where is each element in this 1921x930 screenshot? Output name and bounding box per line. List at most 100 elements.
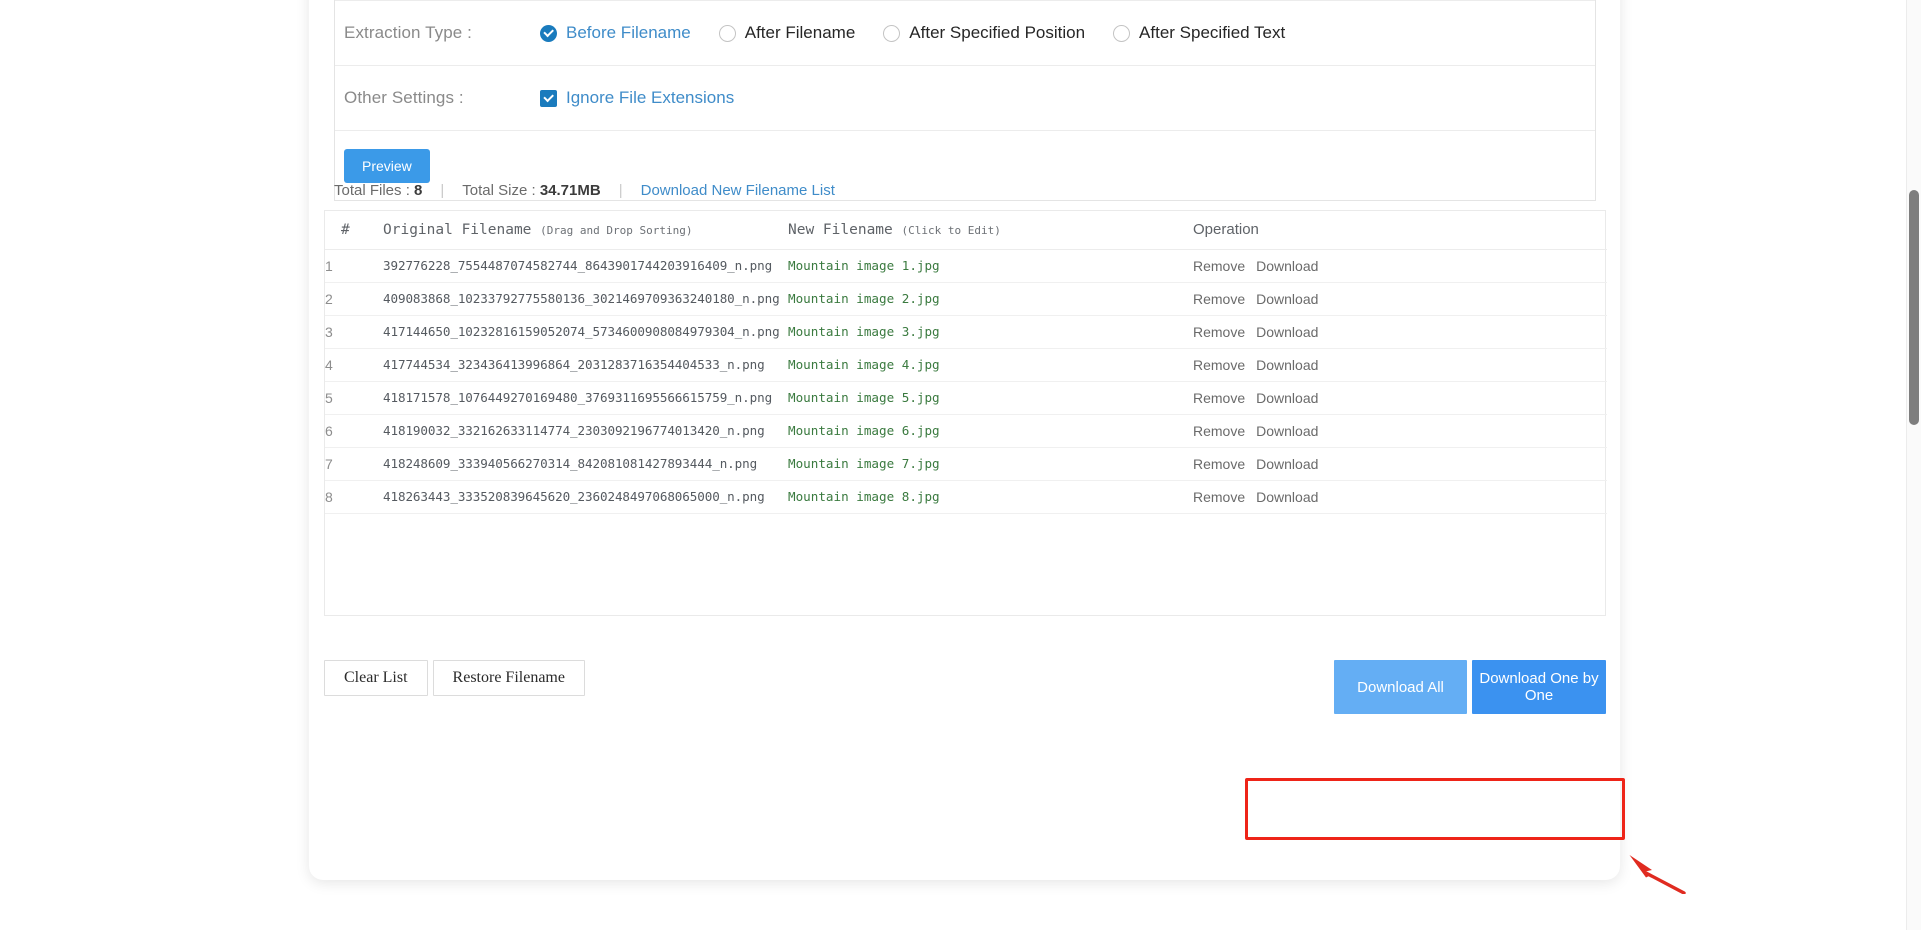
original-filename-cell[interactable]: 392776228_7554487074582744_8643901744203… [383, 249, 788, 283]
download-one-by-one-button[interactable]: Download One by One [1472, 660, 1606, 714]
settings-panel: Extraction Type : Before Filename After … [334, 0, 1596, 201]
operation-cell: Remove Download [1193, 414, 1607, 448]
new-filename-cell[interactable]: Mountain image 5.jpg [788, 381, 1193, 415]
other-settings-options: Ignore File Extensions [540, 88, 762, 108]
remove-link[interactable]: Remove [1193, 357, 1245, 373]
other-settings-row: Other Settings : Ignore File Extensions [335, 65, 1595, 130]
total-size-label: Total Size : [462, 182, 536, 199]
checkbox-ignore-file-extensions-label: Ignore File Extensions [566, 88, 735, 107]
row-index: 8 [325, 480, 383, 514]
radio-after-filename[interactable]: After Filename [718, 23, 856, 43]
download-all-button[interactable]: Download All [1334, 660, 1467, 714]
radio-before-filename[interactable]: Before Filename [540, 23, 691, 43]
clear-list-button[interactable]: Clear List [324, 660, 428, 696]
operation-cell: Remove Download [1193, 282, 1607, 316]
restore-filename-button[interactable]: Restore Filename [432, 660, 585, 696]
original-filename-cell[interactable]: 417744534_323436413996864_20312837163544… [383, 348, 788, 382]
new-filename-cell[interactable]: Mountain image 7.jpg [788, 447, 1193, 481]
remove-link[interactable]: Remove [1193, 258, 1245, 274]
original-filename-cell[interactable]: 418171578_1076449270169480_3769311695566… [383, 381, 788, 415]
radio-unchecked-icon [883, 24, 901, 42]
row-index: 3 [325, 315, 383, 349]
table-footer: Clear List Restore Filename Download All… [324, 660, 1606, 714]
preview-button[interactable]: Preview [344, 148, 430, 183]
table-row[interactable]: 8 418263443_333520839645620_2360248497068… [325, 480, 1607, 514]
radio-before-filename-label: Before Filename [566, 23, 691, 42]
operation-cell: Remove Download [1193, 348, 1607, 382]
remove-link[interactable]: Remove [1193, 489, 1245, 505]
download-link[interactable]: Download [1256, 456, 1318, 472]
radio-after-filename-label: After Filename [744, 23, 856, 42]
page-scrollbar-thumb[interactable] [1909, 190, 1919, 425]
new-filename-cell[interactable]: Mountain image 1.jpg [788, 249, 1193, 283]
new-filename-cell[interactable]: Mountain image 8.jpg [788, 480, 1193, 514]
remove-link[interactable]: Remove [1193, 324, 1245, 340]
extraction-type-label: Extraction Type : [344, 23, 473, 42]
footer-left-buttons: Clear List Restore Filename [324, 660, 585, 696]
radio-after-specified-text[interactable]: After Specified Text [1113, 23, 1285, 43]
footer-right-buttons: Download All Download One by One [1334, 660, 1606, 714]
row-index: 1 [325, 249, 383, 283]
download-link[interactable]: Download [1256, 258, 1318, 274]
file-table: # Original Filename (Drag and Drop Sorti… [325, 211, 1607, 514]
renamer-card: Extraction Type : Before Filename After … [309, 0, 1620, 880]
file-table-header-row: # Original Filename (Drag and Drop Sorti… [325, 211, 1607, 250]
remove-link[interactable]: Remove [1193, 423, 1245, 439]
remove-link[interactable]: Remove [1193, 390, 1245, 406]
download-link[interactable]: Download [1256, 423, 1318, 439]
remove-link[interactable]: Remove [1193, 291, 1245, 307]
original-filename-cell[interactable]: 409083868_10233792775580136_302146970936… [383, 282, 788, 316]
radio-after-specified-position[interactable]: After Specified Position [883, 23, 1085, 43]
row-index: 5 [325, 381, 383, 415]
card-inner: Extraction Type : Before Filename After … [309, 0, 1620, 880]
extraction-type-row: Extraction Type : Before Filename After … [335, 0, 1595, 65]
new-filename-cell[interactable]: Mountain image 4.jpg [788, 348, 1193, 382]
checkbox-ignore-file-extensions[interactable]: Ignore File Extensions [540, 88, 734, 108]
operation-cell: Remove Download [1193, 447, 1607, 481]
other-settings-label: Other Settings : [344, 88, 464, 107]
table-row[interactable]: 1 392776228_7554487074582744_864390174420… [325, 249, 1607, 283]
new-filename-cell[interactable]: Mountain image 2.jpg [788, 282, 1193, 316]
row-index: 2 [325, 282, 383, 316]
original-filename-cell[interactable]: 417144650_10232816159052074_573460090808… [383, 315, 788, 349]
download-link[interactable]: Download [1256, 324, 1318, 340]
new-filename-cell[interactable]: Mountain image 6.jpg [788, 414, 1193, 448]
extraction-type-options: Before Filename After Filename After Spe… [540, 23, 1313, 43]
header-operation: Operation [1193, 211, 1607, 250]
original-filename-cell[interactable]: 418248609_333940566270314_84208108142789… [383, 447, 788, 481]
header-new-filename: New Filename (Click to Edit) [788, 211, 1193, 250]
header-new-filename-hint: (Click to Edit) [901, 223, 1001, 237]
table-row[interactable]: 4 417744534_323436413996864_2031283716354… [325, 348, 1607, 382]
row-index: 4 [325, 348, 383, 382]
download-link[interactable]: Download [1256, 357, 1318, 373]
download-link[interactable]: Download [1256, 489, 1318, 505]
new-filename-cell[interactable]: Mountain image 3.jpg [788, 315, 1193, 349]
table-row[interactable]: 3 417144650_10232816159052074_57346009080… [325, 315, 1607, 349]
download-link[interactable]: Download [1256, 291, 1318, 307]
header-original-filename: Original Filename (Drag and Drop Sorting… [383, 211, 788, 250]
original-filename-cell[interactable]: 418263443_333520839645620_23602484970680… [383, 480, 788, 514]
total-size-value: 34.71MB [539, 182, 601, 199]
radio-after-specified-position-label: After Specified Position [909, 23, 1086, 42]
header-index: # [325, 211, 383, 250]
original-filename-cell[interactable]: 418190032_332162633114774_23030921967740… [383, 414, 788, 448]
radio-unchecked-icon [1113, 24, 1131, 42]
total-files-label: Total Files : [334, 182, 410, 199]
table-row[interactable]: 7 418248609_333940566270314_8420810814278… [325, 447, 1607, 481]
radio-checked-icon [540, 24, 557, 42]
page-scrollbar-track[interactable] [1906, 0, 1921, 930]
download-link[interactable]: Download [1256, 390, 1318, 406]
table-row[interactable]: 6 418190032_332162633114774_2303092196774… [325, 414, 1607, 448]
download-new-filename-list-link[interactable]: Download New Filename List [641, 182, 835, 199]
summary-separator-2: | [618, 182, 623, 199]
file-table-body: 1 392776228_7554487074582744_864390174420… [325, 249, 1607, 514]
operation-cell: Remove Download [1193, 315, 1607, 349]
operation-cell: Remove Download [1193, 381, 1607, 415]
table-row[interactable]: 2 409083868_10233792775580136_30214697093… [325, 282, 1607, 316]
remove-link[interactable]: Remove [1193, 456, 1245, 472]
header-original-filename-hint: (Drag and Drop Sorting) [540, 223, 693, 237]
table-row[interactable]: 5 418171578_1076449270169480_376931169556… [325, 381, 1607, 415]
header-new-filename-text: New Filename [788, 221, 893, 238]
row-index: 7 [325, 447, 383, 481]
header-original-filename-text: Original Filename [383, 221, 532, 238]
